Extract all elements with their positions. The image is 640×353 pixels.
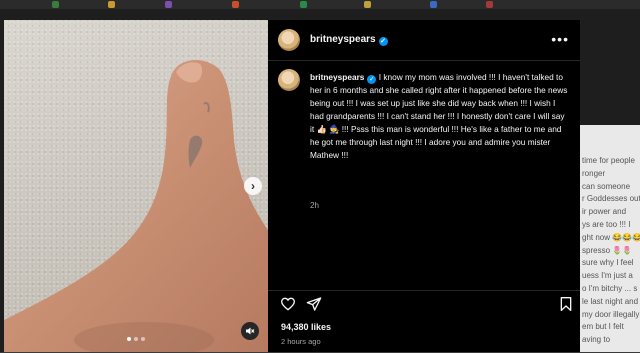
background-comment-line: my door illegally xyxy=(582,309,640,319)
post-actions: 94,380 likes 2 hours ago xyxy=(268,290,580,353)
post-modal: › britneyspears ✓ ••• britneyspears ✓ I … xyxy=(4,20,580,352)
carousel-indicator xyxy=(127,337,145,341)
background-comment-line: ronger xyxy=(582,168,606,178)
tab-favicon-icon[interactable] xyxy=(486,1,493,8)
share-icon[interactable] xyxy=(306,296,322,312)
background-comment-line: ght now 😂😂😂 xyxy=(582,232,640,242)
carousel-dot xyxy=(141,337,145,341)
like-count[interactable]: 94,380 likes xyxy=(281,322,331,332)
background-comment-line: spresso 🌷🌷 xyxy=(582,245,633,255)
tab-favicon-icon[interactable] xyxy=(165,1,172,8)
background-comment-line: time for people xyxy=(582,156,635,165)
background-comment-line: ys are too !!! I xyxy=(582,219,631,229)
background-comment-line: can someone xyxy=(582,181,631,191)
verified-badge-icon: ✓ xyxy=(378,37,388,46)
carousel-dot-active xyxy=(127,337,131,341)
username-text[interactable]: britneyspears xyxy=(310,34,376,45)
background-comment-line: sure why I feel xyxy=(582,258,634,268)
mute-toggle-button[interactable] xyxy=(241,322,259,340)
background-comment-line: o I'm bitchy ... s xyxy=(582,283,638,293)
avatar[interactable] xyxy=(278,69,300,91)
tab-favicon-icon[interactable] xyxy=(364,1,371,8)
caption-text: britneyspears ✓ I know my mom was involve… xyxy=(310,71,568,162)
more-options-icon[interactable]: ••• xyxy=(551,31,569,47)
header-username[interactable]: britneyspears ✓ xyxy=(310,34,388,46)
post-header: britneyspears ✓ ••• xyxy=(268,20,580,61)
heart-icon[interactable] xyxy=(280,296,296,312)
caption-timestamp[interactable]: 2h xyxy=(310,201,319,210)
bookmark-icon[interactable] xyxy=(558,296,574,312)
carousel-dot xyxy=(134,337,138,341)
browser-toolbar xyxy=(0,0,640,9)
next-media-button[interactable]: › xyxy=(244,177,262,195)
background-comment-line: le last night and xyxy=(582,296,639,306)
tab-favicon-icon[interactable] xyxy=(300,1,307,8)
tab-favicon-icon[interactable] xyxy=(232,1,239,8)
post-details-panel: britneyspears ✓ ••• britneyspears ✓ I know… xyxy=(268,20,580,352)
muted-speaker-icon xyxy=(246,327,255,335)
caption-username[interactable]: britneyspears xyxy=(310,72,364,82)
tab-favicon-icon[interactable] xyxy=(108,1,115,8)
background-comment-line: r Goddesses out xyxy=(582,194,640,204)
avatar[interactable] xyxy=(278,29,300,51)
tab-favicon-icon[interactable] xyxy=(52,1,59,8)
background-comment-line: em but I felt xyxy=(582,322,624,332)
post-timestamp[interactable]: 2 hours ago xyxy=(281,337,321,346)
chevron-right-icon: › xyxy=(251,179,255,193)
tab-favicon-icon[interactable] xyxy=(430,1,437,8)
foot-image xyxy=(4,60,268,352)
background-comments: time for people ronger can someone r Goddes… xyxy=(580,125,640,352)
verified-badge-icon: ✓ xyxy=(367,75,377,84)
caption-body: I know my mom was involved !!! I haven't… xyxy=(310,72,568,160)
post-media[interactable]: › xyxy=(4,20,268,352)
background-comment-line: uess I'm just a xyxy=(582,271,633,281)
background-comment-line: ir power and xyxy=(582,207,627,217)
background-comment-line: aving to xyxy=(582,335,611,345)
